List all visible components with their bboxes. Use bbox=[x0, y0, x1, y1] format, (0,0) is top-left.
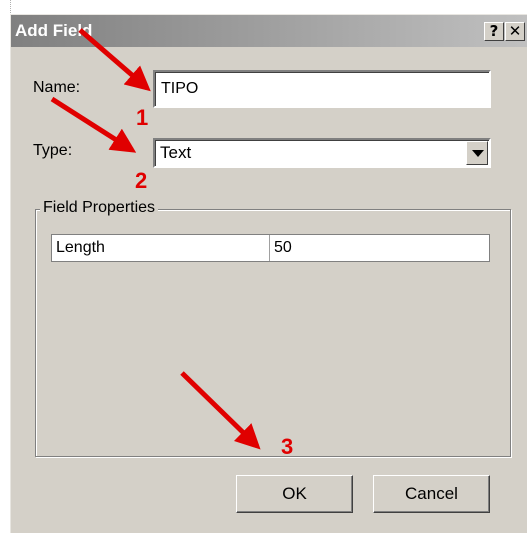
close-icon: ✕ bbox=[508, 22, 522, 40]
window-title: Add Field bbox=[15, 21, 93, 40]
dropdown-button[interactable] bbox=[466, 141, 488, 165]
type-dropdown[interactable]: Text bbox=[153, 138, 491, 168]
annotation-number-1: 1 bbox=[136, 105, 149, 130]
title-bar: Add Field ? ✕ bbox=[11, 15, 527, 47]
annotation-number-2: 2 bbox=[135, 168, 148, 193]
annotation-number-3: 3 bbox=[281, 434, 294, 459]
name-label: Name: bbox=[33, 79, 81, 96]
add-field-dialog: Add Field ? ✕ Name: Type: Text Field Pro… bbox=[10, 14, 527, 533]
help-button[interactable]: ? bbox=[484, 22, 504, 41]
type-selected-value: Text bbox=[160, 143, 192, 162]
name-field[interactable] bbox=[153, 70, 491, 108]
property-name-cell: Length bbox=[52, 235, 270, 261]
close-button[interactable]: ✕ bbox=[505, 22, 525, 41]
chevron-down-icon bbox=[472, 150, 484, 157]
property-value-cell[interactable]: 50 bbox=[270, 235, 489, 261]
type-label: Type: bbox=[33, 142, 73, 159]
field-properties-legend: Field Properties bbox=[40, 199, 159, 217]
cancel-button[interactable]: Cancel bbox=[373, 475, 490, 513]
ok-button[interactable]: OK bbox=[236, 475, 353, 513]
properties-grid: Length 50 bbox=[51, 234, 490, 262]
